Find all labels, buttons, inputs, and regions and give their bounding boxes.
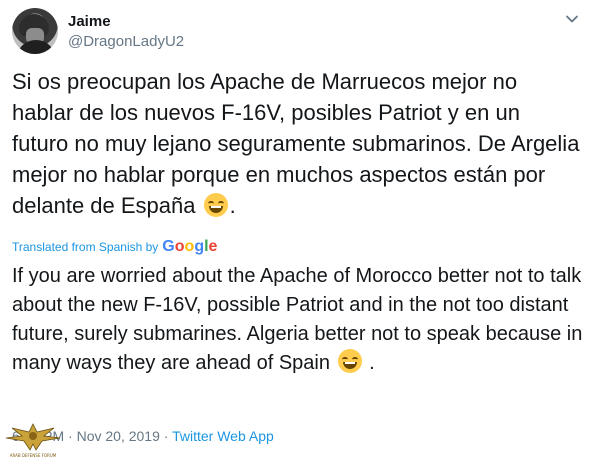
original-text: Si os preocupan los Apache de Marruecos … — [12, 69, 580, 218]
tweet-original-text: Si os preocupan los Apache de Marruecos … — [12, 66, 582, 221]
tweet-translated-text: If you are worried about the Apache of M… — [12, 262, 592, 378]
author-avatar[interactable] — [12, 8, 58, 54]
avatar-body — [16, 40, 56, 54]
chevron-down-icon[interactable] — [565, 12, 579, 26]
translated-suffix: . — [369, 352, 375, 374]
grinning-face-emoji-icon — [337, 349, 362, 373]
tweet-date[interactable]: Nov 20, 2019 — [77, 428, 160, 444]
watermark-logo: ARAB DEFENSE FORUM — [4, 420, 61, 462]
translation-attribution[interactable]: Translated from Spanish by Google — [12, 238, 217, 256]
translated-text: If you are worried about the Apache of M… — [12, 265, 583, 374]
tweet-source[interactable]: Twitter Web App — [172, 428, 274, 444]
original-suffix: . — [229, 193, 236, 218]
author-handle[interactable]: @DragonLadyU2 — [68, 33, 184, 50]
watermark-text: ARAB DEFENSE FORUM — [9, 453, 57, 458]
tweet-card: Jaime @DragonLadyU2 Si os preocupan los … — [0, 0, 603, 465]
meta-separator: · — [163, 428, 169, 444]
grinning-face-emoji-icon — [203, 193, 228, 217]
translation-label: Translated from Spanish by — [12, 240, 159, 254]
meta-separator: · — [68, 428, 73, 444]
eagle-emblem-icon — [5, 423, 61, 451]
author-name[interactable]: Jaime — [68, 13, 111, 30]
google-logo: Google — [162, 238, 218, 255]
